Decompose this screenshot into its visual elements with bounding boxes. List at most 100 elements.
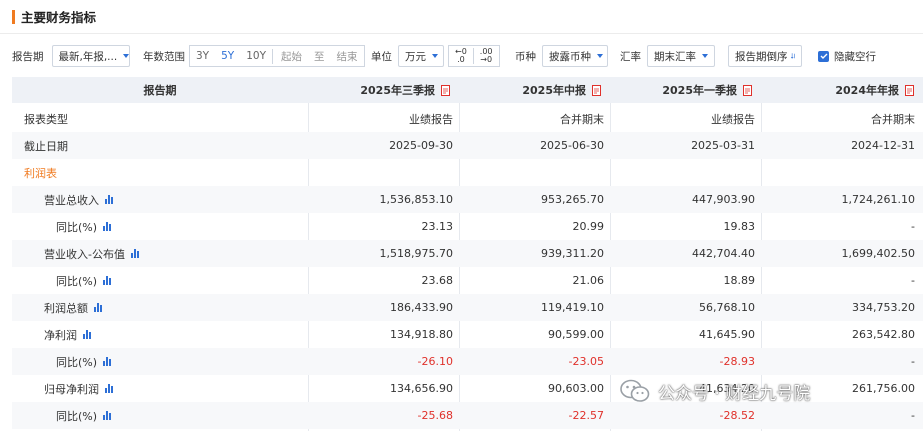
pdf-icon[interactable] xyxy=(592,85,602,96)
bar-chart-icon[interactable] xyxy=(103,411,113,420)
row-value: 2025-06-30 xyxy=(540,139,604,152)
pdf-icon[interactable] xyxy=(441,85,451,96)
bar-chart-icon[interactable] xyxy=(103,357,113,366)
row-label: 截止日期 xyxy=(24,139,68,153)
row-value: -28.93 xyxy=(719,355,755,368)
rate-select[interactable]: 期末汇率 xyxy=(647,45,715,67)
row-value: 1,724,261.10 xyxy=(841,193,915,206)
row-value: 20.99 xyxy=(572,220,605,233)
chevron-down-icon xyxy=(702,54,708,58)
years-range-group: 3Y 5Y 10Y 起始 至 结束 xyxy=(189,45,365,67)
row-value: 业绩报告 xyxy=(711,112,755,126)
hide-empty-label: 隐藏空行 xyxy=(834,50,876,63)
pdf-icon[interactable] xyxy=(743,85,753,96)
bar-chart-icon[interactable] xyxy=(83,330,93,339)
years-option-3y[interactable]: 3Y xyxy=(190,50,215,62)
order-label: 报告期倒序 xyxy=(735,50,788,63)
currency-label: 币种 xyxy=(515,50,536,63)
table-row: 同比(%) -25.68 -22.57 -28.52 - xyxy=(12,402,923,429)
row-value: 合并期末 xyxy=(560,112,604,126)
bar-chart-icon[interactable] xyxy=(130,249,141,258)
row-value: 1,699,402.50 xyxy=(841,247,915,260)
row-value: 447,903.90 xyxy=(692,193,755,206)
row-value: 90,603.00 xyxy=(548,382,604,395)
range-separator: 至 xyxy=(314,50,325,63)
row-value: -28.52 xyxy=(719,409,755,422)
row-label-text: 归母净利润 xyxy=(44,382,99,396)
table-row: 截止日期 2025-09-30 2025-06-30 2025-03-31 20… xyxy=(12,132,923,159)
row-value: 134,918.80 xyxy=(390,328,453,341)
row-label-text: 同比(%) xyxy=(56,220,98,234)
row-value: 334,753.20 xyxy=(852,301,915,314)
bar-chart-icon[interactable] xyxy=(103,222,113,231)
period-filter: 报告期 最新,年报,... xyxy=(12,44,130,68)
range-end-input[interactable]: 结束 xyxy=(331,49,364,64)
row-label-text: 同比(%) xyxy=(56,274,98,288)
table-row: 同比(%) 23.68 21.06 18.89 - xyxy=(12,267,923,294)
header-label: 2025年中报 xyxy=(522,84,586,97)
rate-label: 汇率 xyxy=(620,50,641,63)
years-filter: 年数范围 3Y 5Y 10Y 起始 至 结束 xyxy=(143,44,365,68)
decimal-buttons: ←0 .0 .00 →0 xyxy=(448,44,500,68)
row-value: - xyxy=(911,409,915,422)
sort-desc-icon xyxy=(790,53,795,59)
bar-chart-icon[interactable] xyxy=(105,384,115,393)
header-cell-2025q3[interactable]: 2025年三季报 xyxy=(308,77,459,103)
row-value: 23.13 xyxy=(421,220,454,233)
years-option-5y[interactable]: 5Y xyxy=(215,50,240,62)
row-value: 953,265.70 xyxy=(541,193,604,206)
table-row: 净利润 134,918.80 90,599.00 41,645.90 263,5… xyxy=(12,321,923,348)
range-start-input[interactable]: 起始 xyxy=(272,48,308,64)
row-label: 同比(%) xyxy=(12,348,308,375)
row-value: 186,433.90 xyxy=(390,301,453,314)
row-value: 21.06 xyxy=(572,274,605,287)
bar-chart-icon[interactable] xyxy=(103,276,113,285)
filter-toolbar: 报告期 最新,年报,... 年数范围 3Y 5Y 10Y 起始 至 结束 单位 … xyxy=(0,44,923,70)
bar-chart-icon[interactable] xyxy=(105,195,115,204)
row-value: 业绩报告 xyxy=(409,112,453,126)
period-label: 报告期 xyxy=(12,50,44,63)
hide-empty-rows-option[interactable]: 隐藏空行 xyxy=(818,44,876,68)
watermark-text: 公众号 · 财经九号院 xyxy=(658,383,811,404)
unit-filter: 单位 万元 xyxy=(371,44,444,68)
increase-decimal-button[interactable]: .00 →0 xyxy=(472,48,499,64)
section-label-income-statement[interactable]: 利润表 xyxy=(12,159,308,186)
row-label: 归母净利润 xyxy=(12,375,308,402)
header-cell-2024fy[interactable]: 2024年年报 xyxy=(761,77,923,103)
unit-select[interactable]: 万元 xyxy=(398,45,444,67)
row-value: - xyxy=(911,220,915,233)
row-label-text: 同比(%) xyxy=(56,409,98,423)
header-label: 2025年三季报 xyxy=(360,84,435,97)
period-select[interactable]: 最新,年报,... xyxy=(51,45,130,67)
row-value: - xyxy=(911,355,915,368)
unit-label: 单位 xyxy=(371,50,392,63)
row-value: 1,518,975.70 xyxy=(379,247,453,260)
row-label: 净利润 xyxy=(12,321,308,348)
pdf-icon[interactable] xyxy=(905,85,915,96)
years-option-10y[interactable]: 10Y xyxy=(240,50,272,62)
checkbox-checked-icon[interactable] xyxy=(818,50,829,62)
currency-filter: 币种 披露币种 xyxy=(515,44,608,68)
header-label: 2025年一季报 xyxy=(662,84,737,97)
decimal-group: ←0 .0 .00 →0 xyxy=(448,45,500,67)
header-cell-2025q1[interactable]: 2025年一季报 xyxy=(610,77,761,103)
row-value: -26.10 xyxy=(417,355,453,368)
table-row: 营业收入-公布值 1,518,975.70 939,311.20 442,704… xyxy=(12,240,923,267)
table-row: 营业总收入 1,536,853.10 953,265.70 447,903.90… xyxy=(12,186,923,213)
table-row: 利润总额 186,433.90 119,419.10 56,768.10 334… xyxy=(12,294,923,321)
decrease-decimal-button[interactable]: ←0 .0 xyxy=(449,48,473,64)
bar-chart-icon[interactable] xyxy=(94,303,104,312)
watermark: 公众号 · 财经九号院 xyxy=(620,378,810,404)
row-label: 营业总收入 xyxy=(12,186,308,213)
chevron-down-icon xyxy=(597,54,603,58)
row-value: 134,656.90 xyxy=(390,382,453,395)
unit-value: 万元 xyxy=(405,50,426,63)
currency-select[interactable]: 披露币种 xyxy=(542,45,608,67)
row-value: -23.05 xyxy=(568,355,604,368)
order-toggle[interactable]: 报告期倒序 xyxy=(728,45,802,67)
row-label: 营业收入-公布值 xyxy=(12,240,308,267)
header-cell-2025h1[interactable]: 2025年中报 xyxy=(459,77,610,103)
header-label: 2024年年报 xyxy=(835,84,899,97)
row-label: 同比(%) xyxy=(12,267,308,294)
row-value: 442,704.40 xyxy=(692,247,755,260)
